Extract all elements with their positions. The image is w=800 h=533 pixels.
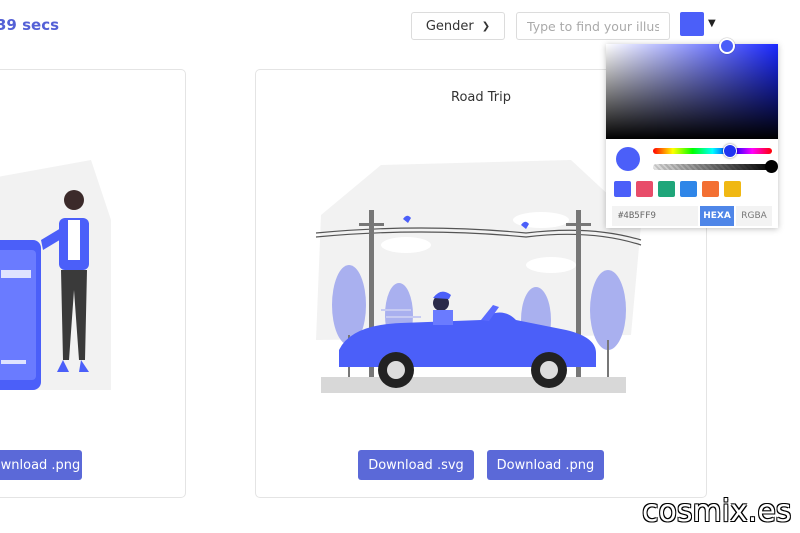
hue-slider[interactable]	[653, 148, 772, 154]
swatch-orange[interactable]	[702, 181, 719, 197]
gender-dropdown[interactable]: Gender ❯	[411, 12, 505, 40]
swatch-blue[interactable]	[614, 181, 631, 197]
caret-down-icon[interactable]: ▼	[708, 18, 716, 29]
saturation-handle[interactable]	[719, 38, 735, 54]
alpha-handle[interactable]	[765, 160, 778, 173]
rgba-mode-button[interactable]: RGBA	[736, 206, 772, 226]
chevron-down-icon: ❯	[481, 20, 491, 32]
swatch-yellow[interactable]	[724, 181, 741, 197]
color-picker-popover: #4B5FF9 HEXA RGBA	[606, 38, 778, 228]
saturation-value-area[interactable]	[606, 38, 778, 139]
hex-input[interactable]: #4B5FF9	[612, 206, 698, 226]
color-preview	[616, 147, 640, 171]
swatch-sky[interactable]	[680, 181, 697, 197]
gender-label: Gender	[425, 18, 474, 34]
download-svg-button[interactable]: Download .svg	[358, 450, 474, 480]
color-swatch-button[interactable]	[680, 12, 704, 36]
watermark: cosmix.es	[642, 494, 792, 529]
alpha-slider[interactable]	[653, 164, 772, 170]
hue-handle[interactable]	[723, 144, 737, 158]
hexa-mode-button[interactable]: HEXA	[700, 206, 734, 226]
timer-text: 39 secs	[0, 16, 60, 34]
road-trip-illustration	[315, 160, 642, 393]
illustration-card: Download .png	[0, 69, 186, 498]
download-png-button[interactable]: Download .png	[487, 450, 604, 480]
download-png-button[interactable]: Download .png	[0, 450, 82, 480]
woman-phone-illustration	[0, 160, 111, 390]
swatch-red[interactable]	[636, 181, 653, 197]
swatch-green[interactable]	[658, 181, 675, 197]
search-input[interactable]	[516, 12, 670, 40]
preset-swatches	[614, 181, 741, 197]
